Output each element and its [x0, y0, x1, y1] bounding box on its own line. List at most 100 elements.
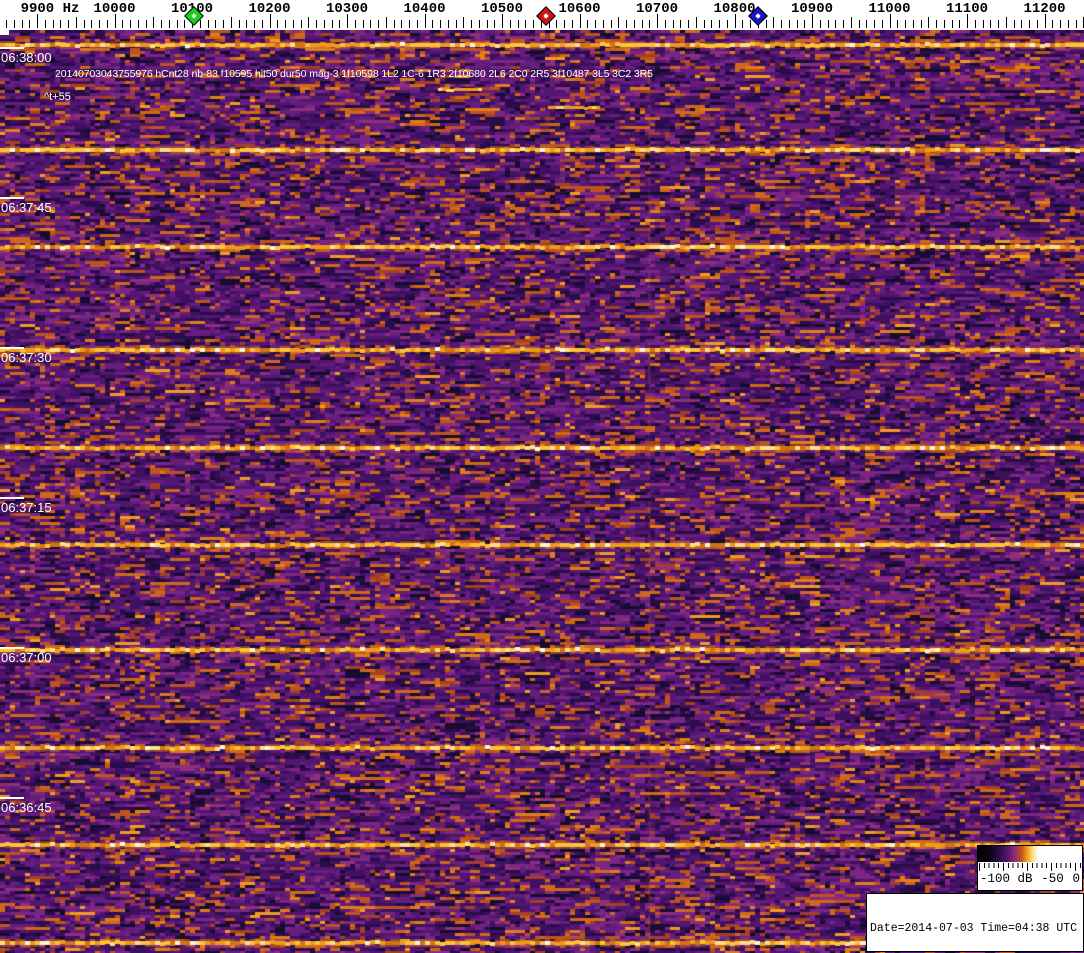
frequency-tick [943, 20, 945, 28]
frequency-tick [471, 20, 472, 28]
frequency-tick [494, 20, 496, 28]
frequency-tick [881, 20, 883, 28]
marker-red-diamond-center [543, 13, 549, 19]
frequency-tick [602, 20, 604, 28]
frequency-tick [959, 20, 961, 28]
frequency-tick [788, 20, 790, 28]
frequency-tick [122, 20, 124, 28]
frequency-tick [83, 20, 85, 28]
frequency-tick [1013, 20, 1015, 28]
frequency-tick [509, 20, 511, 28]
frequency-tick [641, 20, 643, 28]
frequency-ruler: 9900 Hz100001010010200103001040010500106… [0, 0, 1084, 30]
frequency-label: 10500 [480, 1, 524, 17]
frequency-tick [664, 20, 666, 28]
frequency-tick [525, 20, 527, 28]
frequency-tick [432, 20, 434, 28]
frequency-tick [1029, 20, 1030, 28]
frequency-tick [618, 17, 620, 28]
frequency-label: 10000 [93, 1, 136, 17]
frequency-tick [649, 20, 651, 28]
frequency-tick [982, 20, 984, 28]
frequency-tick [858, 20, 860, 28]
frequency-tick [595, 20, 596, 28]
frequency-tick [440, 20, 441, 28]
frequency-tick [517, 20, 519, 28]
frequency-tick [750, 20, 751, 28]
marker-green-diamond-center [191, 13, 197, 19]
frequency-tick [339, 20, 341, 28]
frequency-tick [998, 20, 999, 28]
frequency-tick [1036, 20, 1038, 28]
frequency-tick [230, 17, 232, 28]
frequency-label: 10700 [635, 1, 679, 17]
frequency-tick [719, 20, 720, 28]
frequency-tick [478, 20, 480, 28]
colorbar-gradient [978, 846, 1082, 862]
frequency-tick [726, 20, 728, 28]
frequency-tick [416, 20, 418, 28]
frequency-label: 10300 [325, 1, 369, 17]
frequency-tick [1052, 20, 1054, 28]
frequency-tick [292, 20, 294, 28]
frequency-tick [447, 20, 449, 28]
colorbar-label-max: 0 [1072, 872, 1080, 886]
frequency-tick [145, 20, 147, 28]
frequency-tick [1075, 20, 1077, 28]
frequency-tick [331, 20, 333, 28]
frequency-tick [21, 20, 23, 28]
frequency-tick [1021, 20, 1023, 28]
frequency-label: 11200 [1023, 1, 1066, 17]
frequency-tick [897, 20, 899, 28]
frequency-tick [564, 20, 565, 28]
colorbar-ticks-major [979, 863, 1081, 871]
frequency-tick [1060, 20, 1061, 28]
frequency-tick [672, 20, 674, 28]
frequency-tick [819, 20, 821, 28]
frequency-tick [781, 20, 782, 28]
frequency-tick [571, 20, 573, 28]
frequency-tick [796, 20, 798, 28]
frequency-tick [215, 20, 217, 28]
frequency-tick [44, 20, 46, 28]
frequency-tick [99, 20, 100, 28]
frequency-tick [905, 20, 906, 28]
frequency-tick [626, 20, 627, 28]
frequency-tick [261, 20, 263, 28]
frequency-tick [695, 17, 697, 28]
frequency-tick [874, 20, 875, 28]
frequency-tick [974, 20, 976, 28]
frequency-tick [130, 20, 131, 28]
frequency-tick [246, 20, 248, 28]
frequency-tick [184, 20, 186, 28]
frequency-tick [60, 20, 62, 28]
frequency-tick [300, 20, 302, 28]
frequency-tick [354, 20, 356, 28]
frequency-tick [633, 20, 635, 28]
frequency-tick [223, 20, 224, 28]
marker-blue-diamond-center [755, 13, 761, 19]
frequency-tick [765, 20, 767, 28]
frequency-tick [68, 20, 69, 28]
frequency-tick [308, 17, 310, 28]
frequency-label: 11000 [868, 1, 911, 17]
frequency-label: 9900 Hz [20, 1, 80, 17]
colorbar-legend: -100 dB -50 0 [977, 845, 1083, 891]
frequency-tick [936, 20, 937, 28]
frequency-tick [137, 20, 139, 28]
frequency-tick [168, 20, 170, 28]
frequency-tick [928, 17, 930, 28]
marker-red-diamond[interactable] [536, 6, 556, 26]
frequency-tick [401, 20, 403, 28]
frequency-tick [556, 20, 558, 28]
frequency-tick [393, 20, 395, 28]
frequency-tick [920, 20, 922, 28]
frequency-tick [773, 17, 775, 28]
frequency-tick [533, 20, 534, 28]
frequency-tick [370, 20, 372, 28]
frequency-tick [688, 20, 689, 28]
frequency-label: 10900 [790, 1, 834, 17]
frequency-tick [316, 20, 317, 28]
frequency-tick [610, 20, 612, 28]
frequency-tick [711, 20, 713, 28]
